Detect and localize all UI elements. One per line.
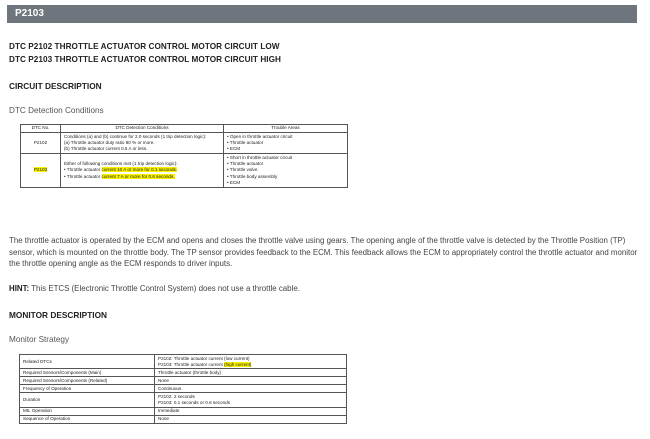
monitor-strategy-table: Related DTCs P2102: Throttle actuator cu…	[19, 353, 347, 424]
dtc-title-line-1: DTC P2102 THROTTLE ACTUATOR CONTROL MOTO…	[9, 42, 280, 51]
hint-paragraph: HINT: This ETCS (Electronic Throttle Con…	[9, 284, 300, 293]
dtc-title-line-2: DTC P2103 THROTTLE ACTUATOR CONTROL MOTO…	[9, 55, 281, 64]
row-label: Related DTCs	[19, 353, 155, 370]
highlighted-text: current 7 A or more for 0.6 seconds.	[101, 173, 175, 179]
table-row: Related DTCs P2102: Throttle actuator cu…	[19, 353, 347, 370]
dtc-detection-table: DTC No. DTC Detection Conditions Trouble…	[20, 124, 348, 188]
row-label: Required Sensors/Components (Main)	[19, 368, 155, 378]
table-row: Frequency of Operation Continuous	[19, 384, 347, 394]
highlighted-dtc-code: P2103	[33, 167, 48, 173]
condition-text: • Throttle actuator current 7 A or more …	[64, 173, 175, 179]
section-header-title: P2103	[15, 8, 44, 19]
duration-text: P2103: 0.1 seconds or 0.6 seconds	[158, 400, 231, 406]
row-value: Throttle actuator (throttle body)	[154, 368, 347, 378]
condition-text: (b) Throttle actuator current 0.5 A or l…	[64, 146, 148, 152]
row-label: MIL Operation	[19, 406, 155, 416]
row-value: Continuous	[154, 384, 347, 394]
section-header-bar: P2103	[7, 5, 637, 23]
row-value: P2102: Throttle actuator current (low cu…	[154, 353, 347, 370]
highlighted-text: current 10 A or more for 0.1 seconds.	[101, 167, 178, 173]
table-row: P2102 Conditions (a) and (b) continue fo…	[20, 131, 348, 155]
trouble-area-item: • ECM	[227, 179, 241, 185]
dtc-code-cell: P2102	[20, 131, 61, 155]
throttle-actuator-description: The throttle actuator is operated by the…	[9, 236, 638, 269]
row-value: None	[154, 376, 347, 386]
table-row: Required Sensors/Components (Main) Throt…	[19, 368, 347, 378]
row-label: Duration	[19, 392, 155, 408]
detection-conditions-subheading: DTC Detection Conditions	[9, 106, 104, 115]
row-label: Frequency of Operation	[19, 384, 155, 394]
hint-label: HINT:	[9, 284, 30, 293]
trouble-areas-cell: • Open in throttle actuator circuit • Th…	[223, 131, 348, 155]
trouble-area-item: • ECM	[227, 146, 241, 152]
col-header-trouble-areas: Trouble Areas	[223, 124, 348, 133]
row-value: Immediate	[154, 406, 347, 416]
table-header-row: DTC No. DTC Detection Conditions Trouble…	[20, 124, 348, 133]
circuit-description-heading: CIRCUIT DESCRIPTION	[9, 81, 102, 91]
monitor-strategy-subheading: Monitor Strategy	[9, 335, 70, 344]
table-row: MIL Operation Immediate	[19, 406, 347, 416]
monitor-description-heading: MONITOR DESCRIPTION	[9, 310, 108, 320]
detection-conditions-cell: Conditions (a) and (b) continue for 2.0 …	[60, 131, 224, 155]
table-row: Required Sensors/Components (Related) No…	[19, 376, 347, 386]
table-row: Duration P2102: 2 seconds P2103: 0.1 sec…	[19, 392, 347, 408]
trouble-areas-cell: • Short in throttle actuator circuit • T…	[223, 153, 348, 188]
col-header-dtc-no: DTC No.	[20, 124, 61, 133]
col-header-detection-conditions: DTC Detection Conditions	[60, 124, 224, 133]
hint-text: This ETCS (Electronic Throttle Control S…	[29, 284, 300, 293]
row-value: P2102: 2 seconds P2103: 0.1 seconds or 0…	[154, 392, 347, 408]
dtc-code-cell: P2103	[20, 153, 61, 188]
detection-conditions-cell: Either of following conditions met (1 tr…	[60, 153, 224, 188]
table-row: P2103 Either of following conditions met…	[20, 153, 348, 188]
related-dtc-text: P2103: Throttle actuator current (high c…	[158, 361, 252, 367]
row-label: Required Sensors/Components (Related)	[19, 376, 155, 386]
row-value: None	[154, 414, 347, 424]
row-label: Sequence of Operation	[19, 414, 155, 424]
table-row: Sequence of Operation None	[19, 414, 347, 424]
highlighted-text: (high current)	[224, 361, 252, 367]
